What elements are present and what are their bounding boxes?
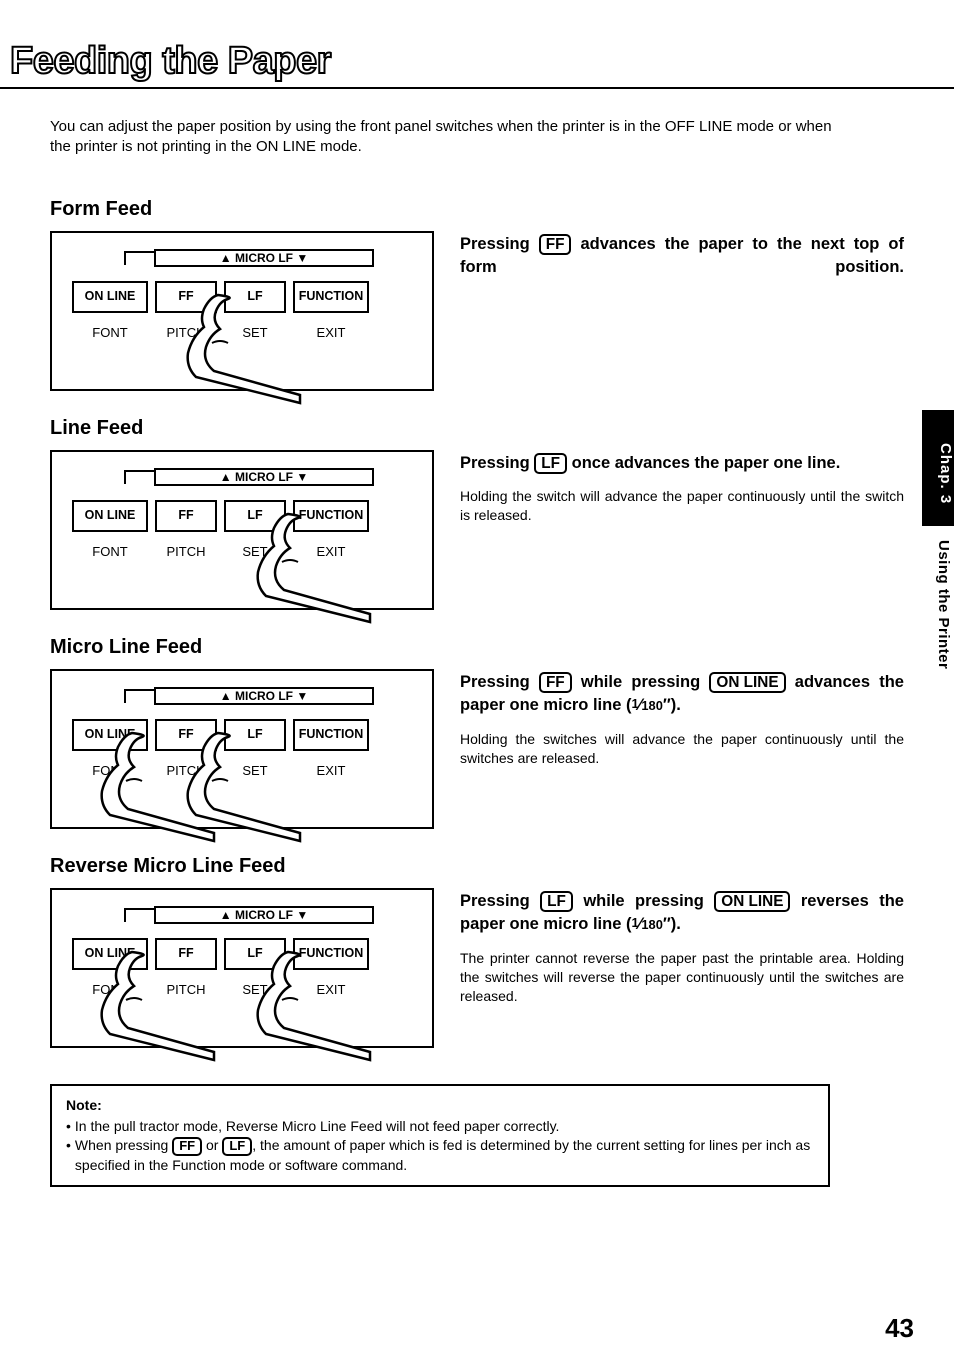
keycap-lf: LF — [540, 891, 573, 913]
page-title: Feeding the Paper — [10, 40, 904, 83]
note-title: Note: — [66, 1096, 814, 1115]
button-function[interactable]: FUNCTION — [293, 719, 369, 751]
label-font: FONT — [72, 763, 148, 778]
microlf-connector — [124, 908, 154, 922]
microlf-label: ▲ MICRO LF ▼ — [154, 687, 374, 705]
keycap-lf: LF — [534, 453, 567, 475]
keycap-ff: FF — [172, 1137, 202, 1156]
button-lf[interactable]: LF — [224, 500, 286, 532]
label-pitch: PITCH — [155, 982, 217, 997]
form-feed-description: Pressing FF advances the paper to the ne… — [460, 233, 904, 281]
line-feed-body: Holding the switch will advance the pape… — [460, 487, 904, 525]
keycap-ff: FF — [539, 672, 572, 694]
panel-form-feed: ▲ MICRO LF ▼ ON LINE FF LF FUNCTION FONT… — [50, 231, 434, 391]
section-tab: Using the Printer — [935, 540, 952, 669]
button-online[interactable]: ON LINE — [72, 938, 148, 970]
microlf-label: ▲ MICRO LF ▼ — [154, 249, 374, 267]
micro-line-feed-description: Pressing FF while pressing ON LINE advan… — [460, 671, 904, 719]
heading-reverse-micro-line-feed: Reverse Micro Line Feed — [50, 855, 904, 878]
microlf-connector — [124, 251, 154, 265]
title-underline — [0, 87, 954, 89]
button-ff[interactable]: FF — [155, 938, 217, 970]
heading-micro-line-feed: Micro Line Feed — [50, 636, 904, 659]
keycap-online: ON LINE — [709, 672, 785, 694]
keycap-ff: FF — [539, 234, 572, 256]
keycap-online: ON LINE — [714, 891, 790, 913]
label-exit: EXIT — [293, 544, 369, 559]
label-set: SET — [224, 325, 286, 340]
button-online[interactable]: ON LINE — [72, 500, 148, 532]
intro-paragraph: You can adjust the paper position by usi… — [50, 117, 840, 158]
button-online[interactable]: ON LINE — [72, 281, 148, 313]
label-pitch: PITCH — [155, 763, 217, 778]
reverse-micro-line-feed-body: The printer cannot reverse the paper pas… — [460, 949, 904, 1006]
button-function[interactable]: FUNCTION — [293, 281, 369, 313]
reverse-micro-line-feed-description: Pressing LF while pressing ON LINE rever… — [460, 890, 904, 938]
label-font: FONT — [72, 982, 148, 997]
button-function[interactable]: FUNCTION — [293, 938, 369, 970]
label-set: SET — [224, 763, 286, 778]
button-ff[interactable]: FF — [155, 281, 217, 313]
panel-line-feed: ▲ MICRO LF ▼ ON LINE FF LF FUNCTION FONT… — [50, 450, 434, 610]
button-lf[interactable]: LF — [224, 938, 286, 970]
keycap-lf: LF — [222, 1137, 252, 1156]
button-ff[interactable]: FF — [155, 500, 217, 532]
microlf-label: ▲ MICRO LF ▼ — [154, 468, 374, 486]
heading-form-feed: Form Feed — [50, 198, 904, 221]
button-function[interactable]: FUNCTION — [293, 500, 369, 532]
note-bullet-1: In the pull tractor mode, Reverse Micro … — [66, 1117, 814, 1136]
button-lf[interactable]: LF — [224, 719, 286, 751]
label-set: SET — [224, 544, 286, 559]
label-pitch: PITCH — [155, 544, 217, 559]
button-online[interactable]: ON LINE — [72, 719, 148, 751]
micro-line-feed-body: Holding the switches will advance the pa… — [460, 730, 904, 768]
label-font: FONT — [72, 325, 148, 340]
microlf-connector — [124, 470, 154, 484]
page-number: 43 — [885, 1313, 914, 1344]
label-font: FONT — [72, 544, 148, 559]
label-exit: EXIT — [293, 325, 369, 340]
label-set: SET — [224, 982, 286, 997]
label-exit: EXIT — [293, 763, 369, 778]
panel-micro-line-feed: ▲ MICRO LF ▼ ON LINE FF LF FUNCTION FONT… — [50, 669, 434, 829]
microlf-connector — [124, 689, 154, 703]
note-box: Note: In the pull tractor mode, Reverse … — [50, 1084, 830, 1188]
line-feed-description: Pressing LF once advances the paper one … — [460, 452, 904, 476]
label-pitch: PITCH — [155, 325, 217, 340]
panel-reverse-micro-line-feed: ▲ MICRO LF ▼ ON LINE FF LF FUNCTION FONT… — [50, 888, 434, 1048]
button-ff[interactable]: FF — [155, 719, 217, 751]
label-exit: EXIT — [293, 982, 369, 997]
heading-line-feed: Line Feed — [50, 417, 904, 440]
button-lf[interactable]: LF — [224, 281, 286, 313]
microlf-label: ▲ MICRO LF ▼ — [154, 906, 374, 924]
chapter-tab: Chap. 3 — [922, 410, 954, 526]
note-bullet-2: When pressing FF or LF, the amount of pa… — [66, 1136, 814, 1175]
